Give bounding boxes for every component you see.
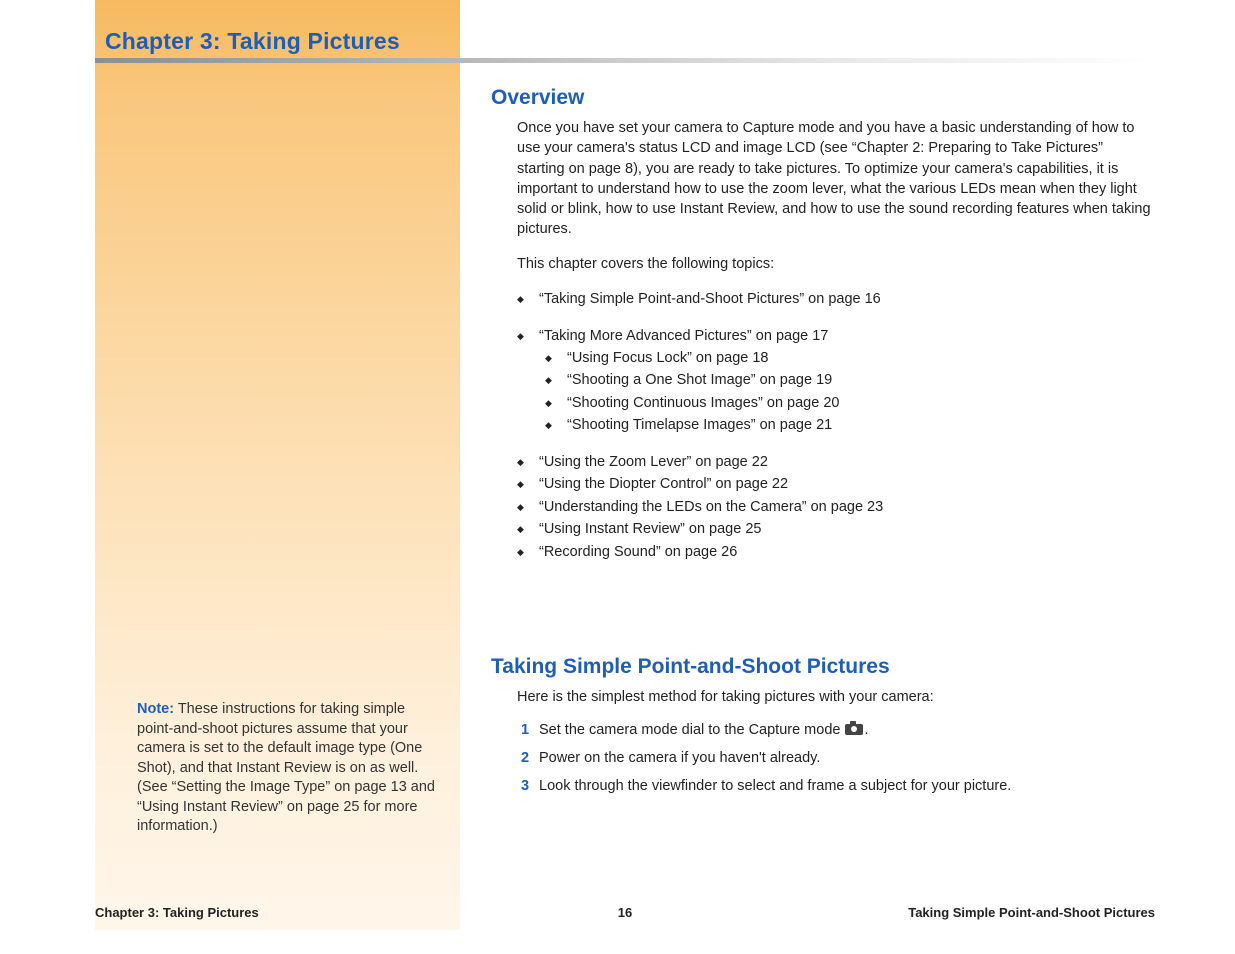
diamond-bullet-icon xyxy=(545,414,567,436)
step-item: 2Power on the camera if you haven't alre… xyxy=(521,750,1151,766)
subtopic-item: “Using Focus Lock” on page 18 xyxy=(545,347,1151,369)
subtopics-list: “Using Focus Lock” on page 18 “Shooting … xyxy=(545,347,1151,437)
topic-text: “Using the Diopter Control” on page 22 xyxy=(539,473,1147,495)
topic-text: “Taking More Advanced Pictures” on page … xyxy=(539,325,1147,347)
diamond-bullet-icon xyxy=(545,392,567,414)
step-number: 2 xyxy=(521,750,539,766)
section-heading: Taking Simple Point-and-Shoot Pictures xyxy=(491,655,1151,679)
steps-list: 1Set the camera mode dial to the Capture… xyxy=(521,722,1151,794)
topic-text: “Recording Sound” on page 26 xyxy=(539,541,1147,563)
overview-heading: Overview xyxy=(491,86,1151,110)
subtopic-item: “Shooting a One Shot Image” on page 19 xyxy=(545,369,1151,391)
topic-item: “Taking More Advanced Pictures” on page … xyxy=(517,325,1151,437)
diamond-bullet-icon xyxy=(517,473,539,495)
section-simple-pictures: Taking Simple Point-and-Shoot Pictures H… xyxy=(491,655,1151,793)
step-text: Set the camera mode dial to the Capture … xyxy=(539,722,844,738)
subtopic-item: “Shooting Timelapse Images” on page 21 xyxy=(545,414,1151,436)
step-text-tail: . xyxy=(864,722,868,738)
note-text: These instructions for taking simple poi… xyxy=(137,701,435,834)
step-number: 3 xyxy=(521,778,539,794)
diamond-bullet-icon xyxy=(517,518,539,540)
subtopic-text: “Using Focus Lock” on page 18 xyxy=(567,347,1147,369)
subtopic-text: “Shooting Continuous Images” on page 20 xyxy=(567,392,1147,414)
diamond-bullet-icon xyxy=(517,541,539,563)
overview-para-1: Once you have set your camera to Capture… xyxy=(517,118,1151,240)
section-intro: Here is the simplest method for taking p… xyxy=(517,687,1151,707)
footer-right: Taking Simple Point-and-Shoot Pictures xyxy=(908,905,1155,920)
topic-item: “Using the Zoom Lever” on page 22 xyxy=(517,451,1151,473)
diamond-bullet-icon xyxy=(545,369,567,391)
chapter-title: Chapter 3: Taking Pictures xyxy=(105,28,400,55)
diamond-bullet-icon xyxy=(517,496,539,518)
topics-list: “Taking Simple Point-and-Shoot Pictures”… xyxy=(517,288,1151,563)
overview-para-2: This chapter covers the following topics… xyxy=(517,254,1151,274)
topic-item: “Understanding the LEDs on the Camera” o… xyxy=(517,496,1151,518)
subtopic-text: “Shooting Timelapse Images” on page 21 xyxy=(567,414,1147,436)
main-content: Overview Once you have set your camera t… xyxy=(491,80,1151,806)
step-item: 3Look through the viewfinder to select a… xyxy=(521,778,1151,794)
header-rule xyxy=(95,58,1155,63)
topic-text: “Using the Zoom Lever” on page 22 xyxy=(539,451,1147,473)
topic-text: “Using Instant Review” on page 25 xyxy=(539,518,1147,540)
subtopic-item: “Shooting Continuous Images” on page 20 xyxy=(545,392,1151,414)
step-text: Power on the camera if you haven't alrea… xyxy=(539,750,820,766)
subtopic-text: “Shooting a One Shot Image” on page 19 xyxy=(567,369,1147,391)
topic-item: “Recording Sound” on page 26 xyxy=(517,541,1151,563)
step-text: Look through the viewfinder to select an… xyxy=(539,778,1011,794)
topic-item: “Using Instant Review” on page 25 xyxy=(517,518,1151,540)
topic-text: “Taking Simple Point-and-Shoot Pictures”… xyxy=(539,288,1147,310)
topic-text: “Understanding the LEDs on the Camera” o… xyxy=(539,496,1147,518)
note-label: Note: xyxy=(137,701,174,717)
sidebar-note: Note: These instructions for taking simp… xyxy=(137,700,437,837)
topic-item: “Using the Diopter Control” on page 22 xyxy=(517,473,1151,495)
page: Chapter 3: Taking Pictures Note: These i… xyxy=(95,0,1155,954)
camera-icon xyxy=(845,724,863,735)
step-item: 1Set the camera mode dial to the Capture… xyxy=(521,722,1151,738)
step-number: 1 xyxy=(521,722,539,738)
diamond-bullet-icon xyxy=(517,288,539,310)
diamond-bullet-icon xyxy=(545,347,567,369)
topic-item: “Taking Simple Point-and-Shoot Pictures”… xyxy=(517,288,1151,310)
diamond-bullet-icon xyxy=(517,325,539,347)
diamond-bullet-icon xyxy=(517,451,539,473)
